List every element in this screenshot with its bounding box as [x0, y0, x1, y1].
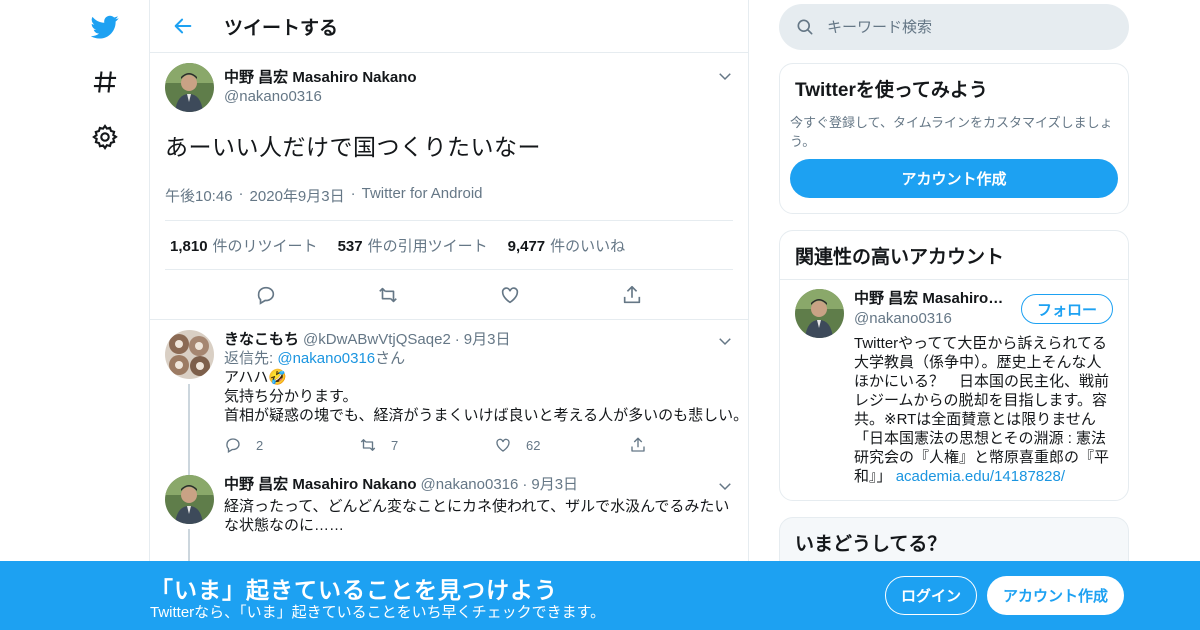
chevron-down-icon[interactable] — [716, 332, 734, 350]
related-accounts-card: 関連性の高いアカウント 中野 昌宏 Masahiro Nakano @nakan… — [779, 230, 1129, 501]
login-button[interactable]: ログイン — [885, 576, 977, 615]
like-count: 9,477 — [507, 237, 546, 255]
heart-icon[interactable] — [492, 277, 528, 313]
replying-to: 返信先: @nakano0316さん — [224, 349, 748, 368]
banner-subtitle: Twitterなら、「いま」起きていることをいち早くチェックできます。 — [150, 604, 606, 621]
signup-card-description: 今すぐ登録して、タイムラインをカスタマイズしましょう。 — [790, 115, 1113, 149]
back-arrow-icon[interactable] — [168, 11, 198, 41]
retweet-icon — [360, 439, 376, 451]
create-account-button[interactable]: アカウント作成 — [790, 159, 1118, 198]
chevron-down-icon[interactable] — [716, 477, 734, 495]
replying-to-link[interactable]: @nakano0316 — [277, 350, 375, 367]
like-count: 62 — [526, 437, 541, 453]
tweet-stats: 1,810 件のリツイート 537 件の引用ツイート 9,477 件のいいね — [165, 220, 733, 270]
avatar[interactable] — [165, 63, 214, 112]
related-accounts-title: 関連性の高いアカウント — [795, 247, 1005, 268]
retweet-count-link[interactable]: 1,810 件のリツイート — [170, 235, 318, 256]
avatar[interactable] — [165, 330, 214, 379]
quote-count: 537 — [337, 237, 363, 255]
tweet-text: あーいい人だけで国つくりたいなー — [165, 134, 541, 160]
hashtag-icon[interactable] — [90, 67, 120, 97]
tweet-author-handle[interactable]: @nakano0316 — [224, 87, 417, 107]
main-tweet: 中野 昌宏 Masahiro Nakano @nakano0316 あーいい人だ… — [150, 53, 748, 319]
follow-button[interactable]: フォロー — [1021, 294, 1113, 324]
share-icon[interactable] — [614, 277, 650, 313]
search-icon — [797, 19, 813, 35]
reply-icon[interactable] — [248, 277, 284, 313]
reply-date[interactable]: 9月3日 — [464, 330, 511, 349]
reply-button[interactable]: 2 — [224, 436, 359, 455]
meta-separator: · — [454, 331, 460, 348]
retweet-button[interactable]: 7 — [359, 436, 494, 455]
reply-tweet[interactable]: 中野 昌宏 Masahiro Nakano @nakano0316 · 9月3日… — [150, 455, 748, 569]
signup-banner: 「いま」起きていることを見つけよう Twitterなら、「いま」起きていることを… — [0, 561, 1200, 630]
meta-separator: · — [350, 185, 356, 202]
like-button[interactable]: 62 — [494, 436, 629, 455]
heart-icon — [496, 438, 510, 452]
replying-suffix: さん — [375, 350, 406, 367]
banner-create-account-button[interactable]: アカウント作成 — [987, 576, 1124, 615]
left-nav — [60, 0, 150, 630]
trends-title: いまどうしてる？ — [795, 534, 947, 555]
related-account-name[interactable]: 中野 昌宏 Masahiro Nakano — [854, 289, 1004, 309]
meta-separator: · — [522, 476, 528, 493]
reply-count: 2 — [256, 437, 264, 453]
quote-count-label: 件の引用ツイート — [367, 237, 488, 255]
reply-author-handle[interactable]: @nakano0316 — [421, 475, 519, 494]
retweet-count-label: 件のリツイート — [212, 237, 318, 255]
signup-card: Twitterを使ってみよう 今すぐ登録して、タイムラインをカスタマイズしましょ… — [779, 63, 1129, 214]
tweet-source[interactable]: Twitter for Android — [362, 185, 483, 206]
page-title: ツイートする — [224, 17, 339, 39]
tweet-meta: 午後10:46 · 2020年9月3日 · Twitter for Androi… — [165, 185, 733, 206]
signup-card-title: Twitterを使ってみよう — [795, 80, 988, 101]
share-icon — [631, 437, 645, 452]
tweet-time[interactable]: 午後10:46 — [165, 185, 233, 206]
meta-separator: · — [238, 185, 244, 202]
tweet-actions — [165, 270, 733, 319]
related-account-bio: Twitterやってて大臣から訴えられてる大学教員（係争中）。歴史上そんな人ほか… — [854, 334, 1113, 486]
gear-icon[interactable] — [90, 122, 120, 152]
reply-text: アハハ🤣 気持ち分かります。 首相が疑惑の塊でも、経済がうまくいけば良いと考える… — [224, 369, 749, 424]
related-account[interactable]: 中野 昌宏 Masahiro Nakano @nakano0316 Twitte… — [780, 280, 1128, 500]
quote-count-link[interactable]: 537 件の引用ツイート — [338, 235, 488, 256]
twitter-logo-icon[interactable] — [90, 12, 120, 42]
search-input[interactable] — [827, 18, 1097, 36]
share-button[interactable] — [629, 436, 748, 454]
related-account-bio-text: Twitterやってて大臣から訴えられてる大学教員（係争中）。歴史上そんな人ほか… — [854, 335, 1110, 485]
reply-icon — [226, 438, 240, 453]
page-header: ツイートする — [150, 0, 748, 53]
retweet-count: 1,810 — [170, 237, 208, 255]
retweet-count: 7 — [391, 437, 399, 453]
like-count-link[interactable]: 9,477 件のいいね — [508, 235, 626, 256]
chevron-down-icon[interactable] — [716, 67, 734, 85]
related-account-bio-link[interactable]: academia.edu/14187828/ — [896, 468, 1065, 485]
reply-date[interactable]: 9月3日 — [531, 475, 578, 494]
replying-prefix: 返信先: — [224, 350, 278, 367]
reply-author-handle[interactable]: @kDwABwVtjQSaqe2 — [303, 330, 451, 349]
reply-author-name[interactable]: 中野 昌宏 Masahiro Nakano — [224, 475, 417, 494]
tweet-date[interactable]: 2020年9月3日 — [250, 185, 345, 206]
reply-author-name[interactable]: きなこもち — [224, 330, 299, 349]
reply-text: 経済ったって、どんどん変なことにカネ使われて、ザルで水汲んでるみたいな状態なのに… — [224, 498, 730, 534]
reply-tweet[interactable]: きなこもち @kDwABwVtjQSaqe2 · 9月3日 返信先: @naka… — [150, 320, 749, 524]
banner-title: 「いま」起きていることを見つけよう — [150, 577, 558, 603]
tweet-author-name[interactable]: 中野 昌宏 Masahiro Nakano — [224, 68, 417, 87]
reply-actions: 2 7 62 — [224, 435, 748, 455]
right-sidebar: Twitterを使ってみよう 今すぐ登録して、タイムラインをカスタマイズしましょ… — [779, 0, 1129, 577]
main-column: ツイートする 中野 昌宏 Masahiro Nakano @nakano0316… — [149, 0, 749, 630]
avatar[interactable] — [795, 289, 844, 338]
retweet-icon[interactable] — [370, 277, 406, 313]
search-box[interactable] — [779, 4, 1129, 50]
like-count-label: 件のいいね — [550, 237, 626, 255]
avatar[interactable] — [165, 475, 214, 524]
